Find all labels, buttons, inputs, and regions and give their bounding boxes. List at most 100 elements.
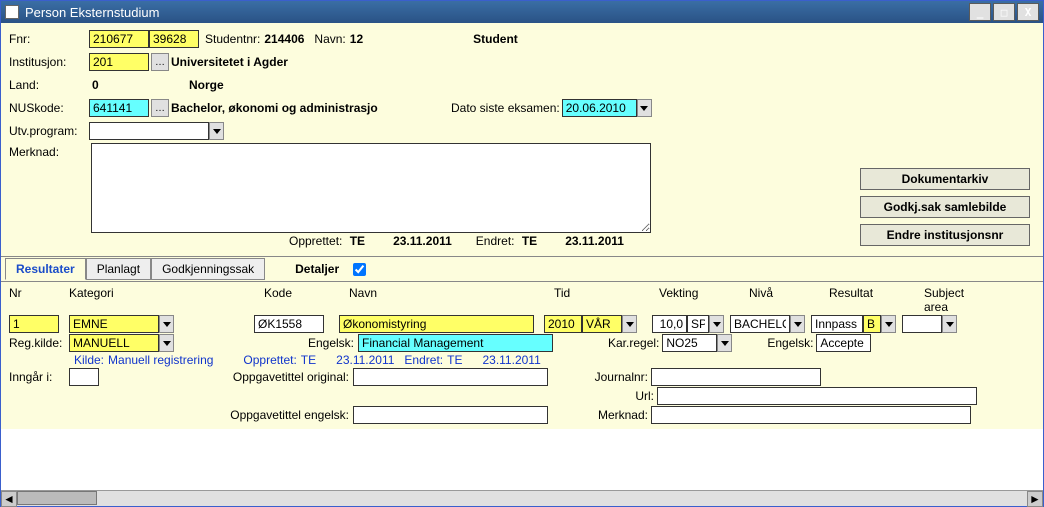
- hdr-vekting: Vekting: [659, 286, 749, 314]
- nuskode-label: NUSkode:: [9, 101, 89, 115]
- dato-siste-field[interactable]: [562, 99, 637, 117]
- karregel-dropdown-button[interactable]: [717, 334, 732, 352]
- subject-field[interactable]: [902, 315, 942, 333]
- nuskode-field[interactable]: [89, 99, 149, 117]
- niva-field[interactable]: [730, 315, 790, 333]
- journalnr-label: Journalnr:: [588, 370, 648, 384]
- navn-text: Student: [473, 32, 518, 46]
- nuskode-name: Bachelor, økonomi og administrasjo: [171, 101, 401, 115]
- fnr-field-1[interactable]: [89, 30, 149, 48]
- vekt-enhet-field[interactable]: [687, 315, 709, 333]
- maximize-button[interactable]: □: [993, 3, 1015, 21]
- kode-field[interactable]: [254, 315, 324, 333]
- nr-field[interactable]: [9, 315, 59, 333]
- chevron-down-icon: [163, 322, 171, 327]
- inngar-label: Inngår i:: [9, 370, 69, 384]
- row-endret-by: TE: [447, 353, 462, 367]
- sem-field[interactable]: [582, 315, 622, 333]
- oppg-engelsk-label: Oppgavetittel engelsk:: [219, 408, 349, 422]
- endret-date: 23.11.2011: [565, 234, 624, 248]
- engelsk2-label: Engelsk:: [767, 336, 813, 350]
- journalnr-field[interactable]: [651, 368, 821, 386]
- res1-field[interactable]: [811, 315, 863, 333]
- sem-dropdown-button[interactable]: [622, 315, 637, 333]
- window: Person Eksternstudium _ □ X Fnr: Student…: [0, 0, 1044, 507]
- minimize-button[interactable]: _: [969, 3, 991, 21]
- regkilde-dropdown-button[interactable]: [159, 334, 174, 352]
- row-opprettet-date: 23.11.2011: [336, 353, 394, 367]
- utvprogram-field[interactable]: [89, 122, 209, 140]
- scroll-left-button[interactable]: ◄: [1, 491, 17, 507]
- url-field[interactable]: [657, 387, 977, 405]
- merknad-textarea[interactable]: [91, 143, 651, 233]
- horizontal-scrollbar[interactable]: ◄ ►: [1, 490, 1043, 506]
- kategori-dropdown-button[interactable]: [159, 315, 174, 333]
- oppg-engelsk-field[interactable]: [353, 406, 548, 424]
- utvprogram-dropdown-button[interactable]: [209, 122, 224, 140]
- regkilde-field[interactable]: [69, 334, 159, 352]
- kategori-field[interactable]: [69, 315, 159, 333]
- opprettet-label: Opprettet:: [289, 234, 342, 248]
- opprettet-date: 23.11.2011: [393, 234, 452, 248]
- endret-by: TE: [522, 234, 537, 248]
- regkilde-label: Reg.kilde:: [9, 336, 69, 350]
- hdr-subject: Subject area: [924, 286, 984, 314]
- chevron-down-icon: [794, 322, 802, 327]
- hdr-niva: Nivå: [749, 286, 829, 314]
- godkjsak-button[interactable]: Godkj.sak samlebilde: [860, 196, 1030, 218]
- institusjon-field[interactable]: [89, 53, 149, 71]
- vekt-field[interactable]: [652, 315, 687, 333]
- land-name: Norge: [189, 78, 224, 92]
- hdr-tid: Tid: [554, 286, 659, 314]
- scroll-thumb[interactable]: [17, 491, 97, 505]
- niva-dropdown-button[interactable]: [790, 315, 805, 333]
- tab-planlagt[interactable]: Planlagt: [86, 258, 151, 280]
- endret-label: Endret:: [476, 234, 515, 248]
- app-icon: [5, 5, 19, 19]
- tab-resultater[interactable]: Resultater: [5, 258, 86, 280]
- chevron-down-icon: [721, 341, 729, 346]
- kilde-text: Manuell registrering: [108, 353, 213, 367]
- row-endret-date: 23.11.2011: [482, 353, 540, 367]
- inngar-field[interactable]: [69, 368, 99, 386]
- karregel-field[interactable]: [662, 334, 717, 352]
- engelsk2-field[interactable]: [816, 334, 871, 352]
- vekt-dropdown-button[interactable]: [709, 315, 724, 333]
- hdr-navn: Navn: [349, 286, 554, 314]
- url-label: Url:: [594, 389, 654, 403]
- merknad2-label: Merknad:: [588, 408, 648, 422]
- hdr-kode: Kode: [264, 286, 349, 314]
- ar-field[interactable]: [544, 315, 582, 333]
- institusjon-lookup-button[interactable]: …: [151, 53, 169, 71]
- scroll-track[interactable]: [17, 491, 1027, 506]
- chevron-down-icon: [626, 322, 634, 327]
- engelsk-label: Engelsk:: [304, 336, 354, 350]
- navn-field[interactable]: [339, 315, 534, 333]
- chevron-down-icon: [163, 341, 171, 346]
- chevron-down-icon: [885, 322, 893, 327]
- navn-id: 12: [350, 32, 363, 46]
- hdr-kategori: Kategori: [69, 286, 264, 314]
- dokumentarkiv-button[interactable]: Dokumentarkiv: [860, 168, 1030, 190]
- endre-institusjonsnr-button[interactable]: Endre institusjonsnr: [860, 224, 1030, 246]
- scroll-right-button[interactable]: ►: [1027, 491, 1043, 507]
- oppg-original-label: Oppgavetittel original:: [219, 370, 349, 384]
- navn-label: Navn:: [314, 32, 345, 46]
- res2-field[interactable]: [863, 315, 881, 333]
- fnr-field-2[interactable]: [149, 30, 199, 48]
- tab-godkjenningssak[interactable]: Godkjenningssak: [151, 258, 265, 280]
- subject-dropdown-button[interactable]: [942, 315, 957, 333]
- engelsk-field[interactable]: [358, 334, 553, 352]
- merknad2-field[interactable]: [651, 406, 971, 424]
- close-button[interactable]: X: [1017, 3, 1039, 21]
- row-opprettet-label: Opprettet:: [243, 353, 296, 367]
- nuskode-lookup-button[interactable]: …: [151, 99, 169, 117]
- oppg-original-field[interactable]: [353, 368, 548, 386]
- institusjon-label: Institusjon:: [9, 55, 89, 69]
- res-dropdown-button[interactable]: [881, 315, 896, 333]
- detaljer-checkbox[interactable]: [353, 263, 366, 276]
- hdr-nr: Nr: [9, 286, 69, 314]
- utvprogram-label: Utv.program:: [9, 124, 89, 138]
- dato-siste-dropdown-button[interactable]: [637, 99, 652, 117]
- hdr-resultat: Resultat: [829, 286, 924, 314]
